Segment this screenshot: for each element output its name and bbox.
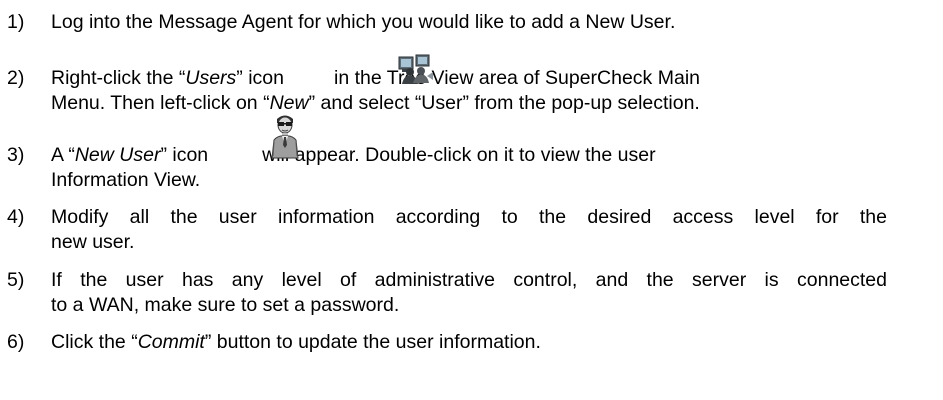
step-text: Log into the Message Agent for which you…: [51, 11, 676, 33]
users-tree-icon: [398, 54, 433, 84]
new-user-icon: [271, 115, 299, 159]
commit-label: Commit: [137, 331, 205, 353]
step-number: 5): [7, 269, 25, 291]
step-text-line-1: Modify all the user information accordin…: [51, 206, 887, 228]
new-label: New: [269, 92, 309, 114]
new-user-label: New User: [74, 144, 161, 166]
step-text-line-1: If the user has any level of administrat…: [51, 269, 887, 291]
step-text-line-1: Right-click the “Users” icon in the Tree …: [51, 67, 700, 89]
step-number: 1): [7, 11, 25, 33]
step-text-line-1: A “New User” icon will appear. Double-cli…: [51, 144, 656, 166]
step-number: 4): [7, 206, 25, 228]
step-text-line-2: Menu. Then left-click on “New” and selec…: [51, 92, 700, 114]
step-text-line-2: new user.: [51, 231, 135, 253]
step-number: 3): [7, 144, 25, 166]
instruction-list: 1) Log into the Message Agent for which …: [0, 0, 943, 400]
users-label: Users: [185, 67, 237, 89]
step-number: 6): [7, 331, 25, 353]
step-text-line-2: Information View.: [51, 169, 201, 191]
step-text: Click the “Commit” button to update the …: [51, 331, 541, 353]
step-number: 2): [7, 67, 25, 89]
step-text-line-2: to a WAN, make sure to set a password.: [51, 294, 400, 316]
